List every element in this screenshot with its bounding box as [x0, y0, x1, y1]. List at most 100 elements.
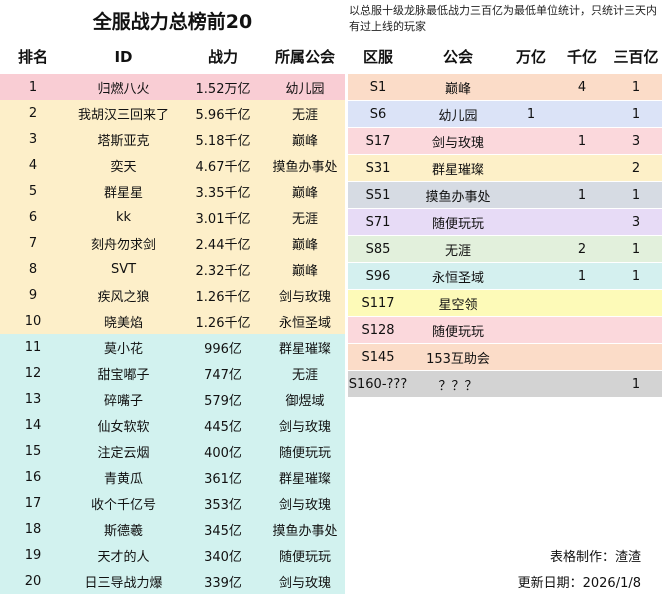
ranking-row: 14 仙女软软 445亿 剑与玫瑰 — [0, 412, 345, 438]
guild-cell: 无涯 — [291, 107, 318, 123]
wanyi-count-cell — [508, 74, 554, 101]
guild-cell: 永恒圣域 — [278, 315, 331, 331]
server-cell: S1 — [348, 74, 408, 101]
qianyi-count-cell — [554, 289, 610, 317]
server-cell: S96 — [348, 262, 408, 290]
server-row: S51 摸鱼办事处 1 1 — [348, 181, 662, 209]
rank-cell: 2 — [28, 105, 38, 121]
wanyi-count-cell — [508, 154, 554, 182]
sanbaiyi-count-cell — [610, 316, 662, 344]
rank-cell: 20 — [24, 573, 42, 589]
ranking-title: 全服战力总榜前20 — [92, 11, 253, 33]
power-cell: 345亿 — [204, 523, 242, 539]
ranking-row: 5 群星星 3.35千亿 巅峰 — [0, 178, 345, 204]
guild-cell: 摸鱼办事处 — [272, 523, 338, 539]
wanyi-count-cell — [508, 181, 554, 209]
sanbaiyi-count-cell: 1 — [610, 262, 662, 290]
player-id-cell: kk — [115, 209, 132, 225]
player-id-cell: 收个千亿号 — [90, 497, 156, 513]
rank-cell: 3 — [28, 131, 38, 147]
qianyi-count-cell — [554, 154, 610, 182]
guild-cell: 剑与玫瑰 — [278, 419, 331, 435]
guild-cell: 摸鱼办事处 — [272, 159, 338, 175]
sanbaiyi-count-cell — [610, 289, 662, 317]
power-cell: 5.96千亿 — [195, 107, 251, 123]
power-cell: 5.18千亿 — [195, 133, 251, 149]
ranking-row: 10 晓美焰 1.26千亿 永恒圣域 — [0, 308, 345, 334]
qianyi-count-cell: 1 — [554, 127, 610, 155]
server-guild-cell: 无涯 — [408, 235, 508, 263]
sanbaiyi-count-cell: 1 — [610, 370, 662, 398]
rank-cell: 8 — [28, 261, 38, 277]
power-cell: 3.35千亿 — [195, 185, 251, 201]
server-cell: S128 — [348, 316, 408, 344]
power-cell: 996亿 — [204, 341, 242, 357]
wanyi-count-cell — [508, 370, 554, 398]
statistics-note: 以总服十级龙脉最低战力三百亿为最低单位统计，只统计三天内有过上线的玩家 — [349, 4, 657, 33]
server-row: S145 153互助会 — [348, 343, 662, 371]
power-cell: 3.01千亿 — [195, 211, 251, 227]
player-id-cell: 莫小花 — [103, 341, 143, 357]
rank-cell: 19 — [24, 547, 42, 563]
made-by-credit: 表格制作：渣渣 — [549, 550, 641, 565]
wanyi-count-cell — [508, 235, 554, 263]
server-row: S31 群星璀璨 2 — [348, 154, 662, 182]
power-cell: 1.26千亿 — [195, 315, 251, 331]
guild-cell: 巅峰 — [291, 133, 318, 149]
rank-cell: 15 — [24, 443, 42, 459]
power-cell: 2.32千亿 — [195, 263, 251, 279]
rank-cell: 7 — [28, 235, 38, 251]
sanbaiyi-count-cell — [610, 343, 662, 371]
server-cell: S51 — [348, 181, 408, 209]
ranking-row: 1 归燃八火 1.52万亿 幼儿园 — [0, 74, 345, 100]
power-cell: 400亿 — [204, 445, 242, 461]
guild-cell: 剑与玫瑰 — [278, 497, 331, 513]
power-cell: 4.67千亿 — [195, 159, 251, 175]
ranking-row: 6 kk 3.01千亿 无涯 — [0, 204, 345, 230]
server-row: S160-???？？？ 1 — [348, 370, 662, 398]
server-cell: S145 — [348, 343, 408, 371]
ranking-row: 19 天才的人 340亿 随便玩玩 — [0, 542, 345, 568]
qianyi-count-cell: 4 — [554, 74, 610, 101]
player-id-cell: 注定云烟 — [97, 445, 150, 461]
guild-cell: 御煜域 — [285, 393, 325, 409]
guild-cell: 巅峰 — [291, 263, 318, 279]
wanyi-count-cell — [508, 289, 554, 317]
qianyi-count-cell: 1 — [554, 262, 610, 290]
header-rank: 排名 — [17, 48, 48, 66]
guild-cell: 无涯 — [291, 367, 318, 383]
qianyi-count-cell — [554, 343, 610, 371]
rank-cell: 16 — [24, 469, 42, 485]
qianyi-count-cell: 2 — [554, 235, 610, 263]
server-row: S128 随便玩玩 — [348, 316, 662, 344]
wanyi-count-cell — [508, 316, 554, 344]
qianyi-count-cell: 1 — [554, 181, 610, 209]
ranking-row: 15 注定云烟 400亿 随便玩玩 — [0, 438, 345, 464]
ranking-row: 8 SVT 2.32千亿 巅峰 — [0, 256, 345, 282]
header-server: 区服 — [362, 48, 393, 66]
rank-cell: 5 — [28, 183, 38, 199]
server-cell: S160-??? — [348, 370, 408, 398]
guild-cell: 巅峰 — [291, 185, 318, 201]
power-ranking-table: 1 归燃八火 1.52万亿 幼儿园 2 我胡汉三回来了 5.96千亿 无涯 3 塔斯亚克 5.18千… — [0, 74, 345, 594]
power-cell: 579亿 — [204, 393, 242, 409]
rank-cell: 11 — [24, 339, 42, 355]
server-cell: S117 — [348, 289, 408, 317]
player-id-cell: 青黄瓜 — [103, 471, 143, 487]
server-row: S117 星空领 — [348, 289, 662, 317]
rank-cell: 9 — [28, 287, 38, 303]
sanbaiyi-count-cell: 3 — [610, 127, 662, 155]
rank-cell: 1 — [28, 79, 38, 95]
rank-cell: 4 — [28, 157, 38, 173]
rank-cell: 12 — [24, 365, 42, 381]
ranking-row: 16 青黄瓜 361亿 群星璀璨 — [0, 464, 345, 490]
player-id-cell: 刻舟勿求剑 — [90, 237, 156, 253]
server-row: S85 无涯 2 1 — [348, 235, 662, 263]
player-id-cell: 斯德羲 — [103, 523, 143, 539]
rank-cell: 10 — [24, 313, 42, 329]
header-guild: 所属公会 — [274, 48, 335, 66]
guild-cell: 随便玩玩 — [278, 445, 331, 461]
rank-cell: 18 — [24, 521, 42, 537]
server-cell: S17 — [348, 127, 408, 155]
ranking-row: 7 刻舟勿求剑 2.44千亿 巅峰 — [0, 230, 345, 256]
